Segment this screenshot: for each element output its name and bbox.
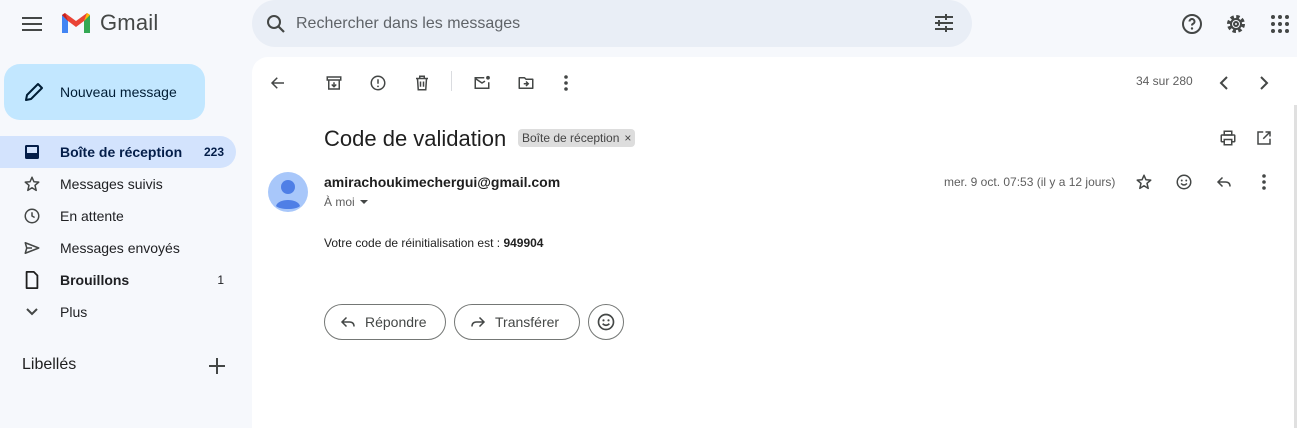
recipient-details[interactable]: À moi (324, 195, 369, 209)
search-bar[interactable] (252, 0, 972, 47)
send-icon (22, 238, 42, 258)
unread-count: 223 (203, 145, 224, 159)
avatar[interactable] (268, 172, 308, 212)
more-actions-button[interactable] (552, 69, 580, 97)
app-name: Gmail (100, 10, 159, 35)
back-button[interactable] (264, 69, 292, 97)
sidebar-item-label: Boîte de réception (60, 144, 183, 160)
email-date: mer. 9 oct. 07:53 (il y a 12 jours) (944, 175, 1116, 189)
print-icon (1220, 130, 1236, 146)
report-icon (370, 75, 386, 91)
chevron-down-icon (22, 302, 42, 322)
forward-label: Transférer (495, 314, 560, 330)
chevron-right-icon (1260, 76, 1269, 90)
add-label-icon[interactable] (206, 355, 228, 377)
mark-unread-icon (474, 75, 490, 89)
react-button[interactable] (588, 304, 624, 340)
inbox-icon (22, 142, 42, 162)
arrow-left-icon (270, 77, 284, 89)
trash-icon (416, 75, 428, 91)
reply-icon (340, 316, 355, 328)
sender-email: amirachoukimechergui@gmail.com (324, 174, 561, 190)
sidebar-item-label: Plus (60, 304, 88, 320)
search-input[interactable] (296, 14, 896, 33)
more-vertical-icon (564, 75, 568, 91)
add-reaction-button[interactable] (1170, 168, 1198, 196)
recipient-text: À moi (324, 195, 355, 209)
reply-label: Répondre (365, 314, 427, 330)
delete-button[interactable] (408, 69, 436, 97)
draft-count: 1 (217, 273, 224, 287)
search-icon[interactable] (264, 12, 288, 36)
hamburger-icon (22, 17, 42, 31)
print-button[interactable] (1214, 124, 1242, 152)
compose-button[interactable]: Nouveau message (4, 64, 205, 120)
sidebar-item-inbox[interactable]: Boîte de réception 223 (0, 136, 236, 168)
forward-pill-button[interactable]: Transférer (454, 304, 580, 340)
email-subject: Code de validation (324, 126, 507, 151)
mark-unread-button[interactable] (468, 69, 496, 97)
star-icon (22, 174, 42, 194)
main-menu-button[interactable] (14, 6, 50, 42)
apps-button[interactable] (1266, 10, 1294, 38)
label-chip-text: Boîte de réception (522, 131, 620, 145)
compose-label: Nouveau message (60, 84, 177, 100)
clock-icon (22, 206, 42, 226)
gmail-logo[interactable]: Gmail (60, 10, 158, 36)
gear-icon (1227, 15, 1245, 33)
apps-grid-icon (1271, 15, 1289, 33)
move-to-button[interactable] (512, 69, 540, 97)
emoji-icon (597, 313, 615, 331)
sidebar-item-drafts[interactable]: Brouillons 1 (0, 264, 236, 296)
sidebar-item-starred[interactable]: Messages suivis (0, 168, 236, 200)
validation-code: 949904 (503, 236, 544, 250)
sidebar-item-label: Brouillons (60, 272, 130, 288)
sidebar-item-more[interactable]: Plus (0, 296, 236, 328)
email-body: Votre code de réinitialisation est : 949… (324, 236, 543, 250)
sidebar-item-sent[interactable]: Messages envoyés (0, 232, 236, 264)
caret-down-icon (359, 200, 368, 204)
sidebar-item-label: En attente (60, 208, 124, 224)
sidebar-item-label: Messages suivis (60, 176, 163, 192)
reply-icon (1216, 176, 1231, 188)
message-more-button[interactable] (1250, 168, 1278, 196)
pagination-text: 34 sur 280 (1136, 74, 1193, 88)
labels-heading: Libellés (22, 356, 77, 373)
archive-icon (326, 76, 342, 90)
help-icon (1182, 14, 1202, 34)
toolbar-divider (451, 71, 452, 91)
chevron-left-icon (1219, 76, 1228, 90)
settings-button[interactable] (1222, 10, 1250, 38)
older-button[interactable] (1250, 69, 1278, 97)
sidebar-item-snoozed[interactable]: En attente (0, 200, 236, 232)
gmail-m-icon (62, 13, 90, 33)
draft-icon (22, 270, 42, 290)
open-in-new-icon (1257, 131, 1271, 145)
move-to-folder-icon (518, 77, 534, 89)
message-view: 34 sur 280 Code de validation Boîte de r… (252, 57, 1297, 428)
reply-pill-button[interactable]: Répondre (324, 304, 446, 340)
report-spam-button[interactable] (364, 69, 392, 97)
more-vertical-icon (1262, 174, 1266, 190)
reply-button[interactable] (1210, 168, 1238, 196)
search-options-icon[interactable] (932, 11, 956, 35)
forward-icon (471, 316, 486, 328)
open-new-window-button[interactable] (1250, 124, 1278, 152)
sidebar-item-label: Messages envoyés (60, 240, 180, 256)
remove-label-icon[interactable]: × (624, 131, 631, 145)
label-chip[interactable]: Boîte de réception × (518, 129, 636, 147)
star-icon (1136, 174, 1152, 190)
body-text: Votre code de réinitialisation est : (324, 236, 504, 250)
pencil-icon (25, 83, 43, 101)
star-button[interactable] (1130, 168, 1158, 196)
newer-button[interactable] (1210, 69, 1238, 97)
archive-button[interactable] (320, 69, 348, 97)
help-button[interactable] (1178, 10, 1206, 38)
emoji-icon (1176, 174, 1192, 190)
